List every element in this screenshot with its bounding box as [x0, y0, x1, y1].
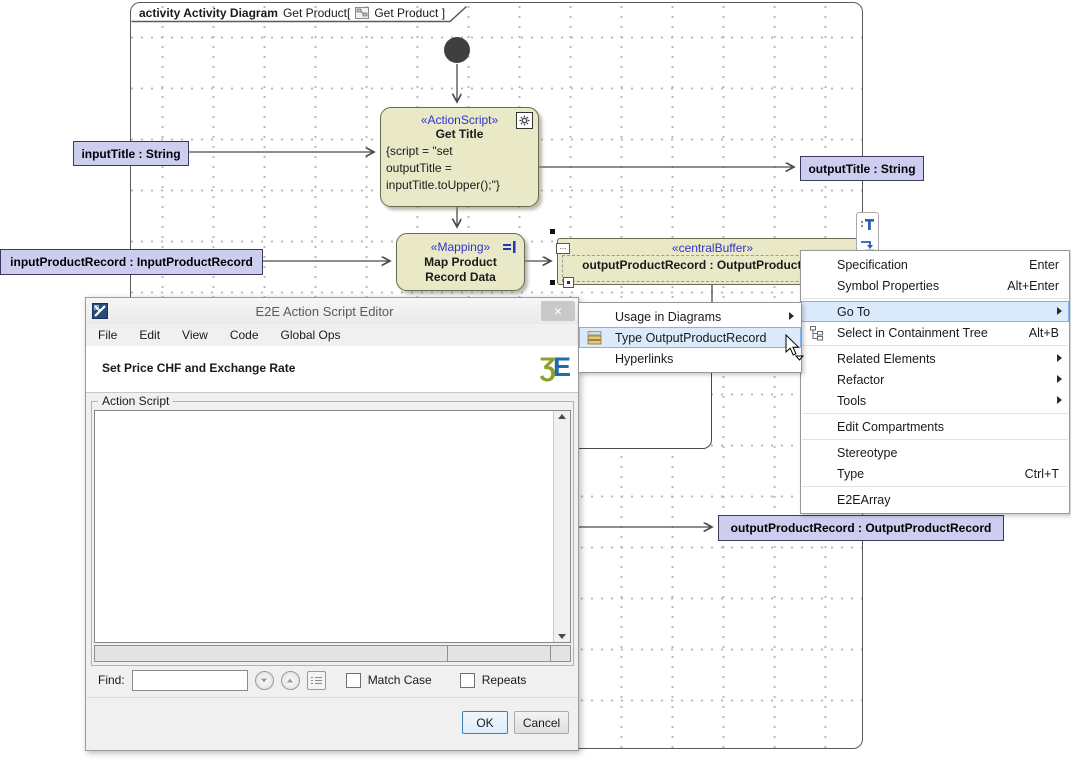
submenu-arrow-icon [1057, 375, 1062, 383]
menu-item-type[interactable]: TypeCtrl+T [801, 463, 1069, 484]
gear-icon[interactable] [516, 112, 533, 129]
action-script-group-label: Action Script [98, 394, 173, 408]
menu-item-e2earray[interactable]: E2EArray [801, 489, 1069, 510]
frame-header-context: Get Product ] [374, 6, 445, 20]
collapse-box-icon[interactable]: ... [556, 243, 570, 254]
screen: { "frame_header": { "title_bold": "activ… [0, 0, 1071, 764]
find-input[interactable] [132, 670, 248, 691]
menu-item-specification[interactable]: SpecificationEnter [801, 254, 1069, 275]
close-icon[interactable]: × [541, 301, 575, 321]
menu-edit[interactable]: Edit [139, 328, 160, 342]
submenu-item-usage-in-diagrams[interactable]: Usage in Diagrams [579, 306, 801, 327]
ok-button[interactable]: OK [462, 711, 508, 734]
dialog-title: E2E Action Script Editor [108, 304, 541, 319]
scroll-down-icon[interactable] [558, 634, 566, 639]
menu-item-symbol-properties[interactable]: Symbol PropertiesAlt+Enter [801, 275, 1069, 296]
class-icon [587, 331, 603, 345]
menu-separator [802, 298, 1068, 299]
menu-item-go-to[interactable]: Go To [801, 301, 1069, 322]
menu-item-edit-compartments[interactable]: Edit Compartments [801, 416, 1069, 437]
submenu-arrow-icon [1057, 354, 1062, 362]
scroll-up-icon[interactable] [558, 414, 566, 419]
menu-separator [802, 439, 1068, 440]
frame-header-name: Get Product[ [283, 6, 350, 20]
selection-handle[interactable] [550, 280, 555, 285]
footer-divider [86, 697, 578, 698]
menu-code[interactable]: Code [230, 328, 259, 342]
find-bar: Find: Match Case Repeats [86, 666, 578, 694]
action-node-get-title[interactable]: «ActionScript» Get Title {script = "set … [380, 107, 539, 207]
diagram-icon [355, 7, 369, 19]
repeats-label: Repeats [482, 673, 527, 687]
find-label: Find: [98, 673, 125, 687]
menu-item-stereotype[interactable]: Stereotype [801, 442, 1069, 463]
dialog-icon [92, 303, 108, 319]
script-line: inputTitle.toUpper();"} [386, 177, 534, 194]
action-name: Map Product Record Data [397, 254, 524, 285]
menu-item-related-elements[interactable]: Related Elements [801, 348, 1069, 369]
status-divider [550, 646, 551, 661]
script-heading: Set Price CHF and Exchange Rate [102, 361, 295, 375]
submenu-arrow-icon [1057, 396, 1062, 404]
pin-label-input-product-record[interactable]: inputProductRecord : InputProductRecord [0, 249, 263, 275]
cancel-button[interactable]: Cancel [514, 711, 569, 734]
script-line: outputTitle = [386, 160, 534, 177]
menu-item-select-in-containment-tree[interactable]: Select in Containment TreeAlt+B [801, 322, 1069, 343]
menu-separator [802, 345, 1068, 346]
containment-tree-icon [809, 325, 825, 341]
status-divider [447, 646, 448, 661]
find-next-icon[interactable] [255, 671, 274, 690]
e2e-logo-icon: ƷE [539, 352, 568, 383]
goto-submenu: Usage in Diagrams Type OutputProductReco… [578, 302, 802, 373]
menu-item-tools[interactable]: Tools [801, 390, 1069, 411]
match-case-checkbox[interactable] [346, 673, 361, 688]
submenu-item-type-outputproductrecord[interactable]: Type OutputProductRecord [579, 327, 801, 348]
pin-label-input-title[interactable]: inputTitle : String [73, 141, 189, 166]
pin-label-output-product-record[interactable]: outputProductRecord : OutputProductRecor… [718, 515, 1004, 541]
match-case-label: Match Case [368, 673, 432, 687]
action-name: Get Title [381, 127, 538, 141]
mapping-icon [503, 241, 517, 253]
action-script-editor-dialog: E2E Action Script Editor × File Edit Vie… [85, 297, 579, 751]
menu-global-ops[interactable]: Global Ops [281, 328, 341, 342]
submenu-arrow-icon [789, 312, 794, 320]
action-node-map-product[interactable]: «Mapping» Map Product Record Data [396, 233, 525, 291]
stereotype-label: «ActionScript» [381, 113, 538, 127]
script-line: {script = "set [386, 143, 534, 160]
frame-header-keyword: activity Activity Diagram [139, 6, 278, 20]
vertical-scrollbar[interactable] [553, 411, 570, 642]
context-menu: SpecificationEnter Symbol PropertiesAlt+… [800, 250, 1070, 514]
pin-label-output-title[interactable]: outputTitle : String [800, 156, 924, 181]
edit-text-icon[interactable] [860, 217, 875, 232]
menu-separator [802, 486, 1068, 487]
menu-separator [802, 413, 1068, 414]
menu-view[interactable]: View [182, 328, 208, 342]
submenu-item-hyperlinks[interactable]: Hyperlinks [579, 348, 801, 369]
submenu-arrow-icon [1057, 307, 1062, 315]
frame-header: activity Activity Diagram Get Product[ G… [139, 6, 445, 20]
pin-box-icon[interactable] [563, 277, 574, 288]
status-bar [94, 645, 571, 662]
action-script-editor-area [94, 410, 571, 643]
menu-file[interactable]: File [98, 328, 117, 342]
find-options-icon[interactable] [307, 671, 326, 690]
dialog-titlebar[interactable]: E2E Action Script Editor × [86, 298, 578, 325]
find-prev-icon[interactable] [281, 671, 300, 690]
repeats-checkbox[interactable] [460, 673, 475, 688]
dialog-menubar: File Edit View Code Global Ops [86, 324, 578, 346]
menu-item-refactor[interactable]: Refactor [801, 369, 1069, 390]
dialog-heading-band: Set Price CHF and Exchange Rate ƷE [86, 346, 578, 393]
action-script-textarea[interactable] [95, 411, 553, 642]
selection-handle[interactable] [550, 229, 555, 234]
